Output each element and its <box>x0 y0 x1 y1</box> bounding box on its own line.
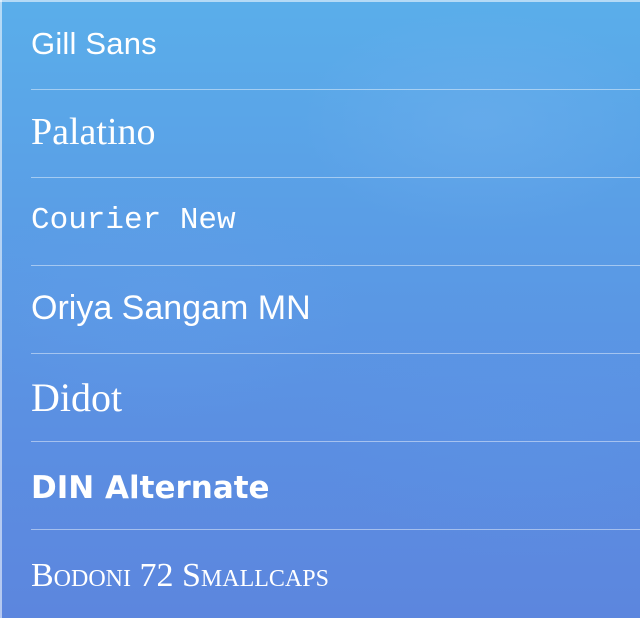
font-item-bodoni-72-smallcaps[interactable]: Bodoni 72 Smallcaps <box>0 530 640 618</box>
font-item-didot[interactable]: Didot <box>0 354 640 442</box>
font-item-oriya-sangam-mn[interactable]: Oriya Sangam MN <box>0 266 640 354</box>
font-item-label: DIN Alternate <box>31 470 270 506</box>
font-item-din-alternate[interactable]: DIN Alternate <box>0 442 640 530</box>
font-item-courier-new[interactable]: Courier New <box>0 178 640 266</box>
font-item-label: Courier New <box>31 202 236 238</box>
font-item-label: Didot <box>31 374 123 420</box>
font-item-label: Gill Sans <box>31 26 157 61</box>
font-item-label: Bodoni 72 Smallcaps <box>31 557 329 594</box>
font-item-label: Palatino <box>31 111 156 153</box>
font-list: Gill Sans Palatino Courier New Oriya San… <box>0 2 640 618</box>
font-item-label: Oriya Sangam MN <box>31 288 311 327</box>
font-picker-screen: Gill Sans Palatino Courier New Oriya San… <box>0 0 640 618</box>
font-item-gill-sans[interactable]: Gill Sans <box>0 2 640 90</box>
font-item-palatino[interactable]: Palatino <box>0 90 640 178</box>
